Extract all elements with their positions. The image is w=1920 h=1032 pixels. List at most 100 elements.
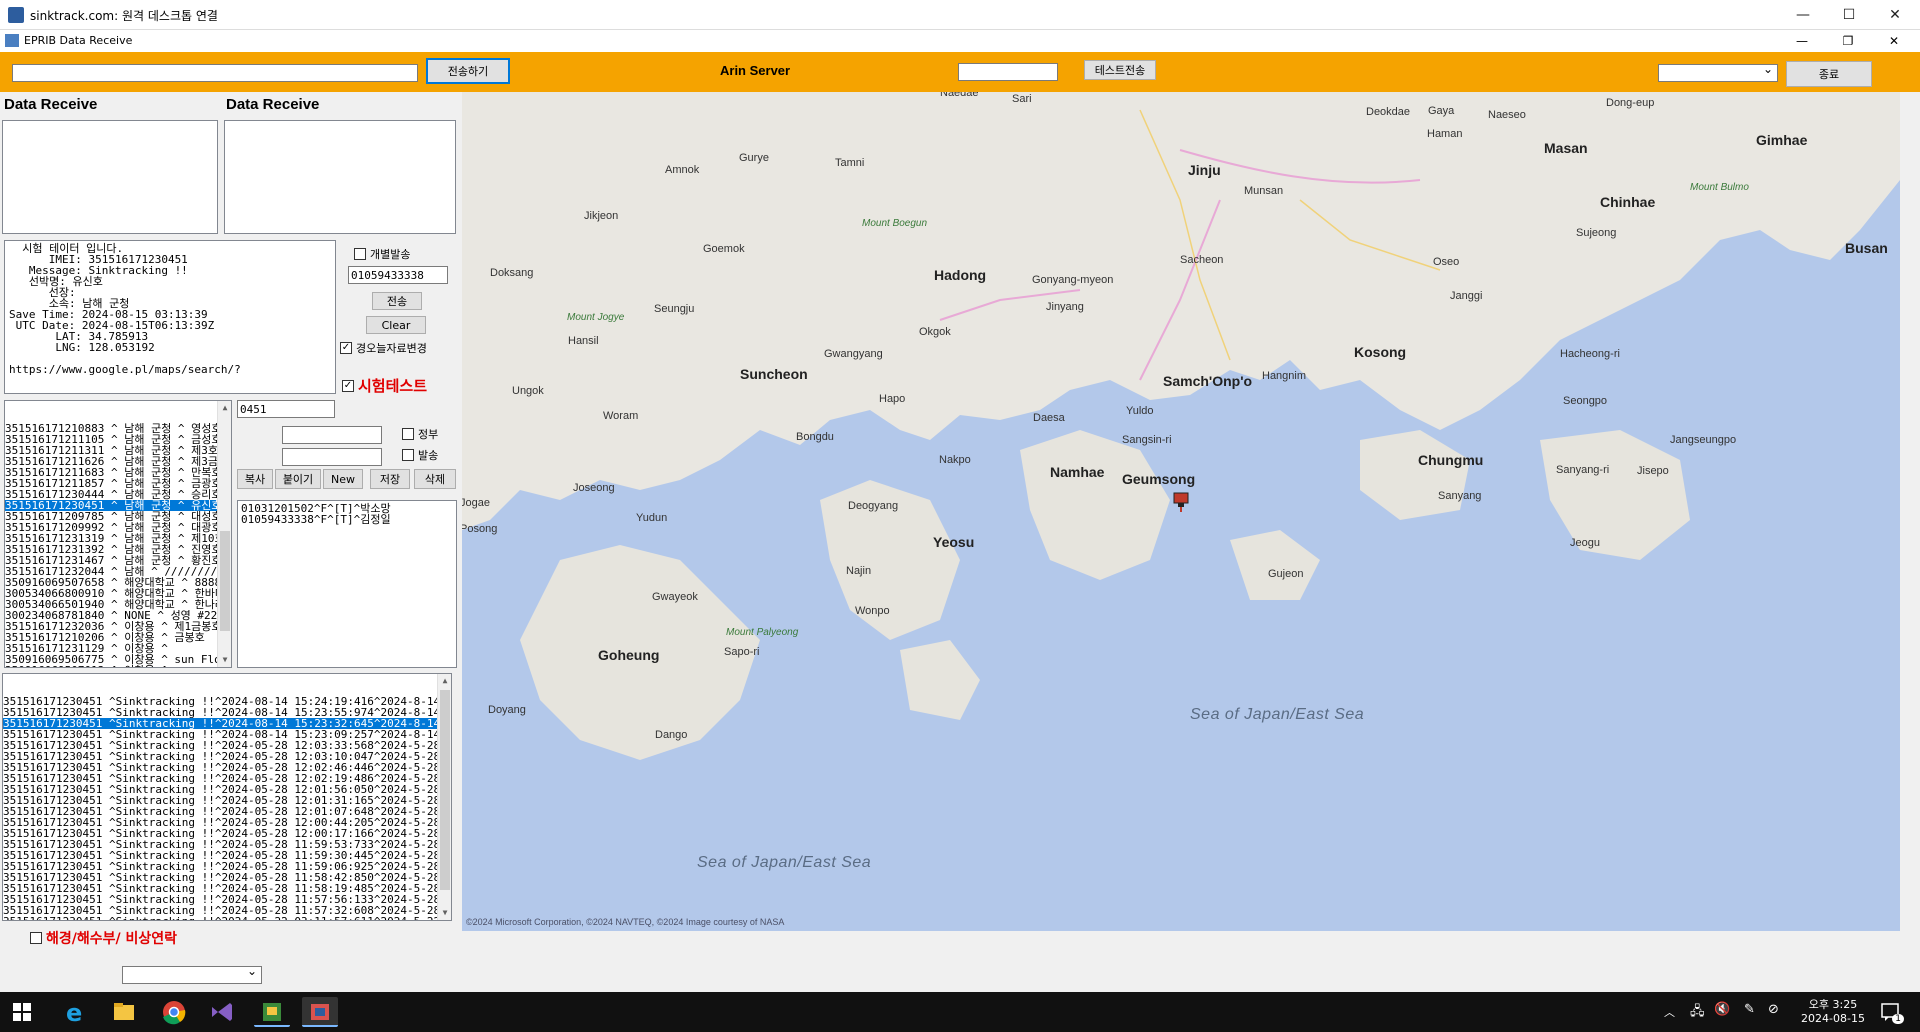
file-explorer-icon[interactable] (106, 997, 142, 1027)
log-row[interactable]: 351516171230451 ^Sinktracking !!^2024-05… (3, 817, 451, 828)
log-row[interactable]: 351516171230451 ^Sinktracking !!^2024-05… (3, 751, 451, 762)
windows-start-icon[interactable] (12, 1002, 32, 1022)
side-send-button[interactable]: 전송 (372, 292, 422, 310)
scroll-down-icon[interactable]: ▼ (218, 653, 231, 667)
imei-row[interactable]: 351516171210206 ^ 이창용 ^ 금봉호 (5, 632, 231, 643)
scroll-down-icon[interactable]: ▼ (438, 906, 451, 920)
rdp-close-button[interactable]: ✕ (1872, 0, 1918, 30)
log-row[interactable]: 351516171230451 ^Sinktracking !!^2024-05… (3, 872, 451, 883)
emergency-checkbox[interactable]: 해경/해수부/ 비상연락 (30, 928, 177, 948)
log-row[interactable]: 351516171230451 ^Sinktracking !!^2024-05… (3, 839, 451, 850)
imei-row[interactable]: 351516171211311 ^ 남해 군청 ^ 제3호 (5, 445, 231, 456)
imei-row[interactable]: 351516171231392 ^ 남해 군청 ^ 진영호 (5, 544, 231, 555)
tray-chevron-icon[interactable]: ︿ (1664, 1004, 1675, 1020)
log-row[interactable]: 351516171230451 ^Sinktracking !!^2024-05… (3, 762, 451, 773)
ie-browser-icon[interactable]: e (58, 997, 94, 1027)
government-checkbox[interactable]: 정부 (402, 426, 438, 442)
map-view[interactable]: Naedae Sari Deokdae Gaya Naeseo Dong-eup Haman… (462, 92, 1900, 931)
test-send-button[interactable]: 테스트전송 (1084, 60, 1156, 80)
server-input[interactable] (958, 63, 1058, 81)
log-row[interactable]: 351516171230451 ^Sinktracking !!^2024-05… (3, 795, 451, 806)
log-row[interactable]: 351516171230451 ^Sinktracking !!^2024-05… (3, 916, 451, 920)
blocked-icon[interactable]: ⊘ (1768, 1002, 1779, 1017)
log-row[interactable]: 351516171230451 ^Sinktracking !!^2024-05… (3, 850, 451, 861)
dispatch-checkbox[interactable]: 발송 (402, 447, 438, 463)
paint-app-icon[interactable] (254, 997, 290, 1027)
imei-list[interactable]: 351516171210883 ^ 남해 군청 ^ 영성호 35151617121… (4, 400, 232, 668)
log-row[interactable]: 351516171230451 ^Sinktracking !!^2024-05… (3, 828, 451, 839)
imei-row[interactable]: 351516171211683 ^ 남해 군청 ^ 만복호 (5, 467, 231, 478)
imei-list-scrollbar[interactable]: ▲ ▼ (217, 401, 231, 667)
new-button[interactable]: New (323, 469, 363, 489)
network-icon[interactable]: 🖧 (1690, 1002, 1705, 1024)
notification-icon[interactable]: 1 (1880, 1000, 1904, 1024)
app-close-button[interactable]: ✕ (1872, 30, 1916, 52)
paste-button[interactable]: 붙이기 (275, 469, 321, 489)
code-input[interactable] (237, 400, 335, 418)
imei-row[interactable]: 351516171232044 ^ 남해 ^ ///////// (5, 566, 231, 577)
imei-row[interactable]: 300534066501940 ^ 해양대학교 ^ 한나래 (5, 599, 231, 610)
copy-button[interactable]: 복사 (237, 469, 273, 489)
data-receive-box-2[interactable] (224, 120, 456, 234)
imei-row[interactable]: 350916069507658 ^ 해양대학교 ^ 88888 (5, 577, 231, 588)
main-message-input[interactable] (12, 64, 418, 82)
phone-input[interactable] (348, 266, 448, 284)
log-list-scrollbar[interactable]: ▲ ▼ (437, 674, 451, 920)
log-row[interactable]: 351516171230451 ^Sinktracking !!^2024-05… (3, 905, 451, 916)
imei-row[interactable]: 351516171211626 ^ 남해 군청 ^ 제3금호 (5, 456, 231, 467)
bottom-select[interactable] (122, 964, 262, 984)
imei-row[interactable]: 300534066800910 ^ 해양대학교 ^ 한바다 (5, 588, 231, 599)
vessel-marker-icon[interactable] (1173, 492, 1189, 512)
save-button[interactable]: 저장 (370, 469, 410, 489)
clock-date[interactable]: 2024-08-15 (1792, 1012, 1874, 1025)
imei-row[interactable]: 351516171230451 ^ 남해 군청 ^ 유신호 (5, 500, 231, 511)
alarm-change-checkbox[interactable]: ✓ 경오늘자료변경 (340, 340, 427, 356)
scroll-thumb[interactable] (220, 531, 230, 631)
clear-button[interactable]: Clear (366, 316, 426, 334)
log-row[interactable]: 351516171230451 ^Sinktracking !!^2024-08… (3, 696, 451, 707)
rdp-minimize-button[interactable]: — (1780, 0, 1826, 30)
mid-input-2[interactable] (282, 426, 382, 444)
imei-row[interactable]: 351516171232036 ^ 이창용 ^ 제1금봉호 (5, 621, 231, 632)
scroll-thumb[interactable] (440, 690, 450, 890)
clock-time[interactable]: 오후 3:25 (1798, 996, 1868, 1012)
imei-row[interactable]: 351516171231129 ^ 이창용 ^ (5, 643, 231, 654)
imei-row[interactable]: 350916069506775 ^ 이창용 ^ sun Flower (5, 654, 231, 665)
log-row[interactable]: 351516171230451 ^Sinktracking !!^2024-05… (3, 861, 451, 872)
scroll-up-icon[interactable]: ▲ (218, 401, 231, 415)
chrome-icon[interactable] (156, 997, 192, 1027)
imei-row[interactable]: 351516171211857 ^ 남해 군청 ^ 금광호 (5, 478, 231, 489)
log-row[interactable]: 351516171230451 ^Sinktracking !!^2024-05… (3, 773, 451, 784)
individual-send-checkbox[interactable]: 개별발송 (354, 246, 410, 262)
app-minimize-button[interactable]: — (1780, 30, 1824, 52)
imei-row[interactable]: 351516171230444 ^ 남해 군청 ^ 승리호 (5, 489, 231, 500)
log-row[interactable]: 351516171230451 ^Sinktracking !!^2024-08… (3, 707, 451, 718)
imei-row[interactable]: 351516171210883 ^ 남해 군청 ^ 영성호 (5, 423, 231, 434)
send-button[interactable]: 전송하기 (426, 58, 510, 84)
detail-textbox[interactable]: 시험 테이터 입니다. IMEI: 351516171230451 Messag… (4, 240, 336, 394)
imei-row[interactable]: 351516171209785 ^ 남해 군청 ^ 대성호 (5, 511, 231, 522)
log-row[interactable]: 351516171230451 ^Sinktracking !!^2024-08… (3, 718, 451, 729)
imei-row[interactable]: 351516171231319 ^ 남해 군청 ^ 제10호 (5, 533, 231, 544)
log-row[interactable]: 351516171230451 ^Sinktracking !!^2024-05… (3, 883, 451, 894)
imei-row[interactable]: 351516171209992 ^ 남해 군청 ^ 대광호 (5, 522, 231, 533)
rdp-maximize-button[interactable]: ☐ (1826, 0, 1872, 30)
mid-input-3[interactable] (282, 448, 382, 466)
data-receive-box-1[interactable] (2, 120, 218, 234)
server-select[interactable] (1658, 62, 1778, 82)
message-list-box[interactable]: 01031201502^F^[T]^박소망 01059433338^F^[T]^… (237, 500, 457, 668)
imei-row[interactable]: 351516171211105 ^ 남해 군청 ^ 금성호 (5, 434, 231, 445)
imei-row[interactable]: 351516171231467 ^ 남해 군청 ^ 황진호 (5, 555, 231, 566)
log-row[interactable]: 351516171230451 ^Sinktracking !!^2024-05… (3, 894, 451, 905)
volume-icon[interactable]: 🔇 (1714, 1002, 1730, 1017)
log-list[interactable]: 351516171230451 ^Sinktracking !!^2024-08… (2, 673, 452, 921)
delete-button[interactable]: 삭제 (414, 469, 456, 489)
app-restore-button[interactable]: ❐ (1826, 30, 1870, 52)
exit-button[interactable]: 종료 (1786, 61, 1872, 87)
log-row[interactable]: 351516171230451 ^Sinktracking !!^2024-05… (3, 740, 451, 751)
log-row[interactable]: 351516171230451 ^Sinktracking !!^2024-05… (3, 784, 451, 795)
imei-row[interactable]: 300234068781840 ^ NONE ^ 성영 #22 (5, 610, 231, 621)
scroll-up-icon[interactable]: ▲ (438, 674, 451, 688)
eprib-app-icon[interactable] (302, 997, 338, 1027)
visual-studio-icon[interactable] (204, 997, 240, 1027)
